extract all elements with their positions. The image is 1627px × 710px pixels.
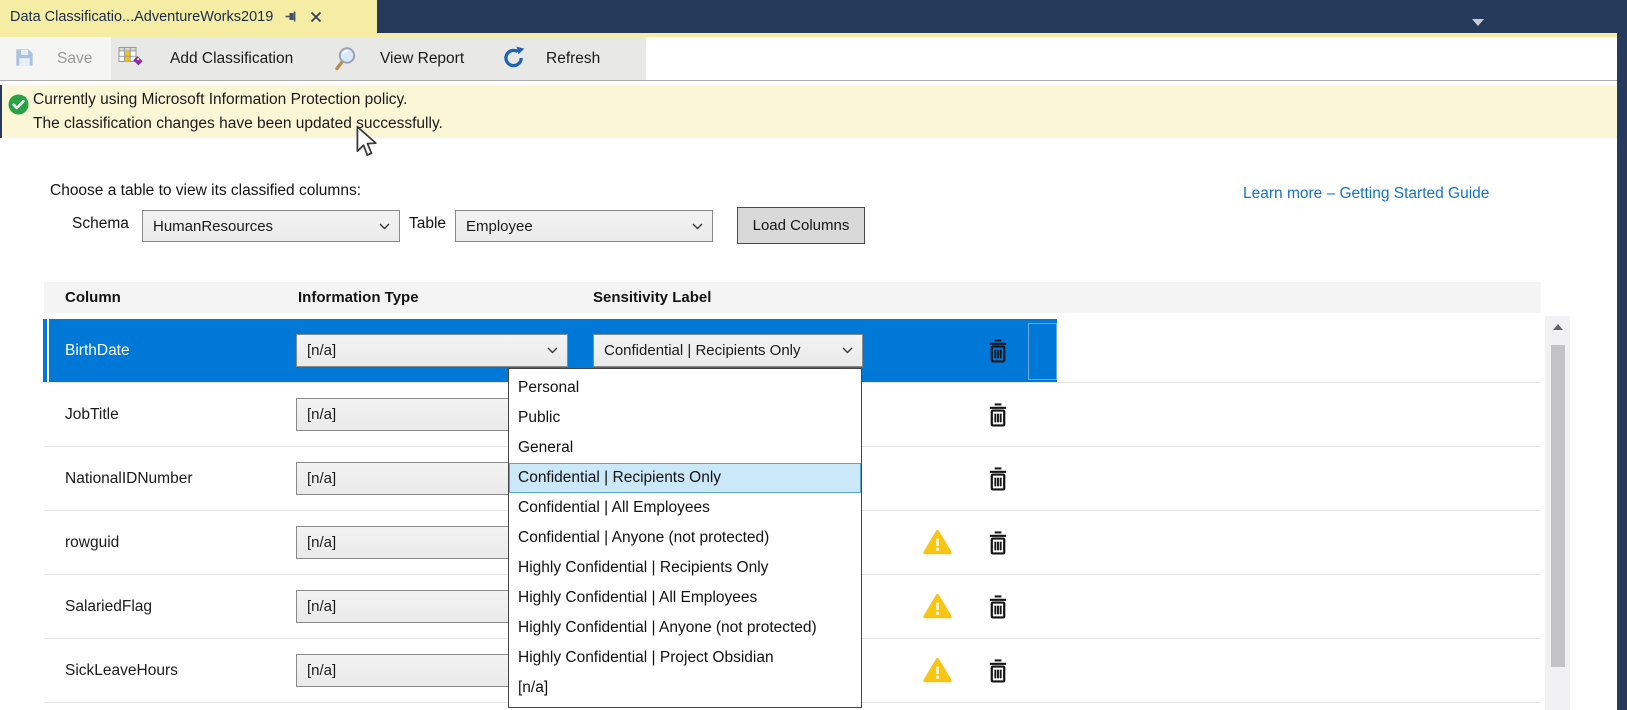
chevron-down-icon (547, 347, 558, 354)
tab-title: Data Classificatio...AdventureWorks2019 (0, 9, 273, 25)
add-classification-table-tag-icon (118, 46, 144, 75)
schema-value: HumanResources (143, 218, 379, 235)
add-classification-label: Add Classification (170, 37, 293, 80)
vertical-scrollbar[interactable] (1545, 316, 1570, 710)
selected-row-accent (47, 319, 49, 382)
schema-label: Schema (72, 215, 129, 233)
view-report-magnifier-icon (334, 45, 362, 78)
column-name: SalariedFlag (65, 575, 152, 638)
learn-more-link[interactable]: Learn more – Getting Started Guide (1243, 185, 1489, 203)
delete-classification-button[interactable] (988, 530, 1008, 561)
scrollbar-thumb[interactable] (1551, 345, 1565, 667)
delete-classification-button[interactable] (988, 658, 1008, 689)
banner-line2: The classification changes have been upd… (33, 112, 443, 136)
document-well-dropdown-icon[interactable] (1472, 13, 1484, 31)
save-label: Save (57, 37, 92, 80)
column-name: SickLeaveHours (65, 639, 178, 702)
chevron-down-icon (692, 223, 703, 230)
mouse-cursor (355, 126, 379, 163)
header-sensitivity-label: Sensitivity Label (593, 282, 711, 313)
choose-table-prompt: Choose a table to view its classified co… (50, 182, 361, 200)
column-name: NationalIDNumber (65, 447, 193, 510)
close-icon[interactable] (310, 11, 322, 23)
sensitivity-dropdown-list: PersonalPublicGeneralConfidential | Reci… (508, 368, 862, 708)
sensitivity-label-dropdown[interactable]: Confidential | Recipients Only (593, 334, 863, 367)
dropdown-option[interactable]: General (509, 433, 861, 463)
delete-classification-button[interactable] (988, 594, 1008, 625)
save-button[interactable]: Save (0, 37, 111, 80)
schema-dropdown[interactable]: HumanResources (142, 210, 400, 242)
banner-text: Currently using Microsoft Information Pr… (33, 88, 443, 136)
table-dropdown[interactable]: Employee (455, 210, 713, 242)
dropdown-option[interactable]: Confidential | Anyone (not protected) (509, 523, 861, 553)
dropdown-option[interactable]: Personal (509, 373, 861, 403)
dropdown-option[interactable]: Highly Confidential | Anyone (not protec… (509, 613, 861, 643)
dropdown-option[interactable]: Highly Confidential | Recipients Only (509, 553, 861, 583)
column-name: JobTitle (65, 383, 119, 446)
dropdown-option[interactable]: Highly Confidential | Project Obsidian (509, 643, 861, 673)
refresh-label: Refresh (546, 37, 600, 80)
view-report-label: View Report (380, 37, 464, 80)
warning-icon (923, 593, 952, 624)
table-label: Table (409, 215, 446, 233)
dropdown-option[interactable]: Highly Confidential | All Employees (509, 583, 861, 613)
dropdown-option[interactable]: Public (509, 403, 861, 433)
dropdown-option[interactable]: Confidential | All Employees (509, 493, 861, 523)
status-banner: Currently using Microsoft Information Pr… (0, 85, 1617, 138)
focused-cell-outline (1028, 323, 1057, 380)
column-name: rowguid (65, 511, 119, 574)
header-column: Column (65, 282, 121, 313)
warning-icon (923, 657, 952, 688)
table-value: Employee (456, 218, 692, 235)
refresh-icon (502, 46, 526, 75)
information-type-dropdown[interactable]: [n/a] (296, 334, 568, 367)
dropdown-option[interactable]: Confidential | Recipients Only (509, 463, 861, 493)
chevron-down-icon (842, 347, 853, 354)
data-classification-window: Data Classificatio...AdventureWorks2019 … (0, 0, 1627, 710)
sensitivity-label-value: Confidential | Recipients Only (594, 342, 842, 359)
chevron-down-icon (379, 223, 390, 230)
grid-header: Column Information Type Sensitivity Labe… (44, 282, 1541, 313)
warning-icon (923, 529, 952, 560)
pin-icon[interactable] (285, 10, 298, 23)
banner-line1: Currently using Microsoft Information Pr… (33, 88, 443, 112)
success-check-icon (8, 94, 29, 120)
delete-classification-button[interactable] (988, 402, 1008, 433)
toolbar: Save Add Classification (0, 37, 1617, 81)
scroll-up-arrow-icon[interactable] (1545, 316, 1570, 338)
information-type-value: [n/a] (297, 342, 547, 359)
dropdown-option[interactable]: [n/a] (509, 673, 861, 703)
header-information-type: Information Type (298, 282, 419, 313)
tab-data-classification[interactable]: Data Classificatio...AdventureWorks2019 (0, 0, 377, 33)
save-floppy-icon (14, 47, 35, 73)
column-name: BirthDate (65, 319, 130, 382)
delete-classification-button[interactable] (988, 466, 1008, 497)
delete-classification-button[interactable] (988, 338, 1008, 369)
load-columns-button[interactable]: Load Columns (737, 207, 865, 244)
